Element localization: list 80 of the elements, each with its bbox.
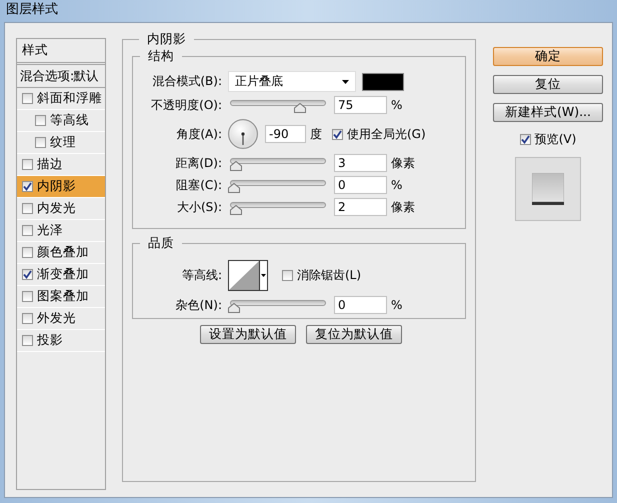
default-button[interactable]: 复位为默认值: [306, 325, 402, 344]
checkbox[interactable]: [22, 181, 33, 192]
input-field[interactable]: 2: [334, 198, 387, 216]
item-label: 内阴影: [37, 178, 76, 195]
field-label: 距离(D):: [174, 154, 223, 172]
blend-mode-dropdown[interactable]: 正片叠底: [228, 71, 356, 92]
checkbox[interactable]: [22, 225, 33, 236]
unit-label: %: [391, 98, 402, 112]
dialog-button[interactable]: 确定: [493, 47, 603, 66]
input-field[interactable]: 0: [334, 176, 387, 194]
unit-label: %: [391, 178, 402, 192]
item-label: 投影: [37, 332, 63, 349]
item-label: 描边: [37, 156, 63, 173]
caret-icon: [259, 260, 267, 290]
list-header: 样式: [17, 39, 105, 65]
item-label: 渐变叠加: [37, 266, 89, 283]
unit-label: 像素: [391, 198, 415, 216]
checkbox[interactable]: [520, 134, 531, 145]
checkbox[interactable]: [22, 291, 33, 302]
checkbox[interactable]: [22, 313, 33, 324]
item-label: 光泽: [37, 222, 63, 239]
item-label: 等高线: [50, 112, 89, 129]
checkbox[interactable]: [22, 159, 33, 170]
window-title: 图层样式: [5, 1, 58, 19]
list-item[interactable]: 内发光: [17, 198, 105, 220]
input-field[interactable]: 3: [334, 154, 387, 172]
checkbox-label: 预览(V): [534, 131, 576, 148]
item-label: 斜面和浮雕: [37, 90, 102, 107]
checkbox-label: 消除锯齿(L): [297, 266, 362, 284]
group-title: 内阴影: [146, 31, 187, 48]
default-button[interactable]: 设置为默认值: [200, 325, 296, 344]
field-label: 混合模式(B):: [151, 73, 223, 90]
input-field[interactable]: -90: [265, 125, 306, 143]
input-field[interactable]: 75: [334, 96, 387, 114]
field-label: 阻塞(C):: [175, 176, 223, 194]
checkbox[interactable]: [22, 203, 33, 214]
item-label: 颜色叠加: [37, 244, 89, 261]
item-label: 图案叠加: [37, 288, 89, 305]
contour-curve-icon: [229, 260, 259, 290]
field-label: 等高线:: [180, 266, 223, 284]
list-item[interactable]: 外发光: [17, 308, 105, 330]
field-label: 不透明度(O):: [150, 96, 223, 114]
list-item[interactable]: 斜面和浮雕: [17, 88, 105, 110]
list-item[interactable]: 混合选项:默认: [17, 65, 105, 88]
group-title: 结构: [147, 48, 175, 65]
checkbox[interactable]: [35, 115, 46, 126]
checkbox[interactable]: [282, 270, 293, 280]
field-label: 杂色(N):: [174, 296, 223, 314]
checkbox[interactable]: [35, 137, 46, 148]
caret-icon: [342, 80, 349, 84]
checkbox[interactable]: [22, 269, 33, 280]
list-item[interactable]: 光泽: [17, 220, 105, 242]
field-label: 大小(S):: [176, 198, 223, 216]
list-item[interactable]: 颜色叠加: [17, 242, 105, 264]
item-label: 内发光: [37, 200, 76, 217]
checkbox[interactable]: [22, 247, 33, 258]
checkbox-label: 使用全局光(G): [347, 126, 426, 142]
dialog-button[interactable]: 新建样式(W)...: [493, 103, 603, 122]
contour-picker[interactable]: [228, 260, 268, 290]
field-label: 角度(A):: [175, 126, 223, 142]
checkbox[interactable]: [332, 128, 343, 140]
dropdown-value: 正片叠底: [235, 73, 283, 90]
group-title: 品质: [147, 235, 175, 252]
list-item[interactable]: 投影: [17, 330, 105, 352]
input-field[interactable]: 0: [334, 296, 387, 314]
list-item[interactable]: 图案叠加: [17, 286, 105, 308]
color-swatch[interactable]: [362, 72, 404, 90]
checkbox[interactable]: [22, 93, 33, 104]
angle-dial[interactable]: [228, 119, 258, 149]
item-label: 外发光: [37, 310, 76, 327]
dialog-button[interactable]: 复位: [493, 75, 603, 94]
unit-label: 度: [310, 126, 322, 142]
list-item[interactable]: 内阴影: [17, 176, 105, 198]
item-label: 纹理: [50, 134, 76, 151]
checkbox[interactable]: [22, 335, 33, 346]
list-item[interactable]: 纹理: [17, 132, 105, 154]
unit-label: %: [391, 298, 402, 312]
unit-label: 像素: [391, 154, 415, 172]
list-item[interactable]: 等高线: [17, 110, 105, 132]
list-item[interactable]: 渐变叠加: [17, 264, 105, 286]
